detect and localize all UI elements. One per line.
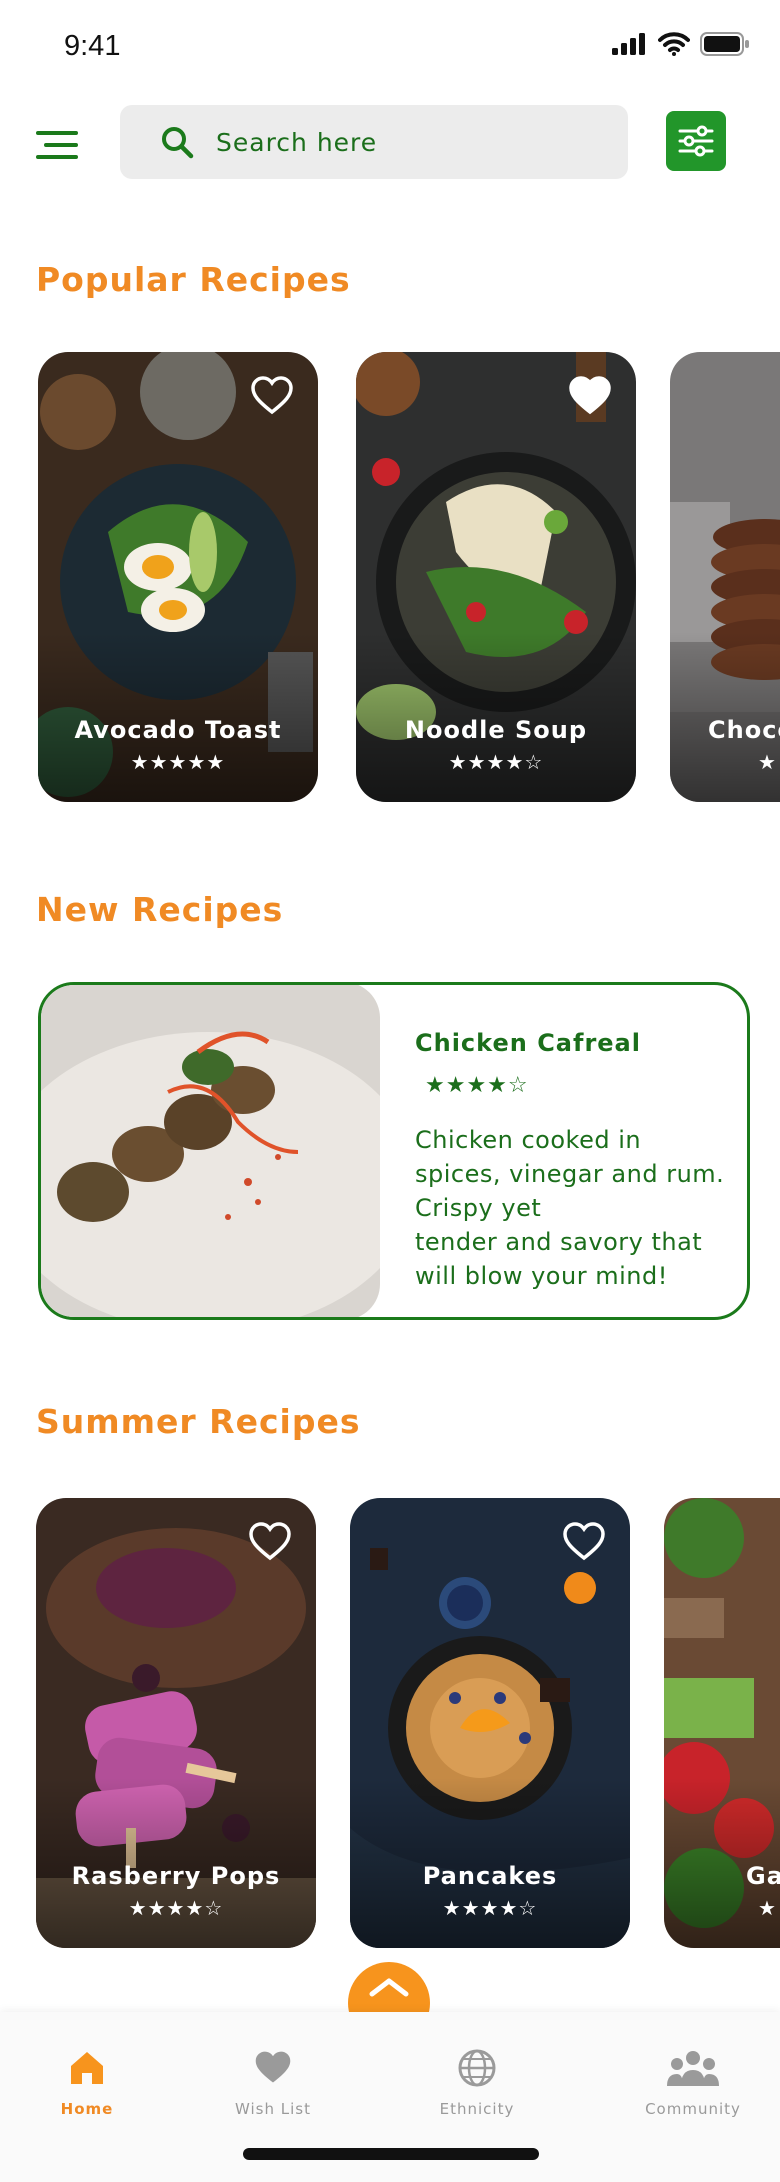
recipe-name: Rasberry Pops: [71, 1862, 281, 1890]
heart-icon: [255, 2051, 291, 2083]
nav-community[interactable]: Community: [618, 2048, 768, 2118]
star-rating: ★★★★☆: [448, 750, 544, 774]
home-indicator: [243, 2148, 539, 2160]
top-bar: [0, 105, 780, 185]
new-recipe-name: Chicken Cafreal: [415, 1029, 641, 1057]
nav-home[interactable]: Home: [12, 2048, 162, 2118]
nav-label: Wish List: [235, 2100, 311, 2118]
nav-label: Ethnicity: [439, 2100, 515, 2118]
chevron-up-icon: [369, 1978, 409, 1997]
heart-outline-icon[interactable]: [562, 1522, 606, 1562]
status-time: 9:41: [64, 30, 121, 62]
home-icon: [71, 2052, 103, 2084]
heart-outline-icon[interactable]: [248, 1522, 292, 1562]
star-rating: ★: [758, 750, 777, 774]
recipe-card-noodle-soup[interactable]: Noodle Soup ★★★★☆: [356, 352, 636, 802]
wifi-icon: [658, 32, 690, 56]
nav-label: Community: [645, 2100, 741, 2118]
new-recipes-title: New Recipes: [36, 890, 284, 929]
nav-wish-list[interactable]: Wish List: [198, 2048, 348, 2118]
new-recipe-description: Chicken cooked in spices, vinegar and ru…: [415, 1126, 725, 1290]
popular-recipes-row[interactable]: Avocado Toast ★★★★★ Noodle Soup ★★★★☆ Ch…: [0, 352, 780, 802]
star-rating: ★★★★☆: [425, 1073, 529, 1098]
star-rating: ★★★★☆: [128, 1896, 224, 1920]
nav-label: Home: [60, 2100, 114, 2118]
status-bar: 9:41: [0, 0, 780, 96]
summer-recipes-title: Summer Recipes: [36, 1402, 361, 1441]
hamburger-menu-icon[interactable]: [36, 123, 84, 167]
recipe-name: Ga: [746, 1862, 780, 1890]
chicken-cafreal-photo: [41, 985, 380, 1317]
search-input[interactable]: [216, 127, 596, 157]
search-icon: [162, 127, 194, 159]
sliders-icon: [678, 125, 714, 157]
recipe-name: Pancakes: [422, 1862, 558, 1890]
popular-recipes-title: Popular Recipes: [36, 260, 351, 299]
recipe-name: Avocado Toast: [74, 716, 282, 744]
recipe-name: Choco: [708, 716, 780, 744]
new-recipe-card-chicken-cafreal[interactable]: Chicken Cafreal ★★★★☆ Chicken cooked in …: [38, 982, 750, 1320]
filter-button[interactable]: [666, 111, 726, 171]
nav-ethnicity[interactable]: Ethnicity: [402, 2048, 552, 2118]
recipe-card-ga[interactable]: Ga ★: [664, 1498, 780, 1948]
star-rating: ★★★★★: [130, 750, 226, 774]
summer-recipes-row[interactable]: Rasberry Pops ★★★★☆ Pancakes ★★★★☆ Ga ★: [0, 1498, 780, 1948]
search-bar[interactable]: [120, 105, 628, 179]
community-icon: [667, 2051, 719, 2086]
star-rating: ★★★★☆: [442, 1896, 538, 1920]
recipe-card-avocado-toast[interactable]: Avocado Toast ★★★★★: [38, 352, 318, 802]
star-rating: ★: [758, 1896, 777, 1920]
globe-icon: [458, 2049, 496, 2087]
recipe-name: Noodle Soup: [404, 716, 588, 744]
cellular-signal-icon: [612, 33, 645, 55]
heart-filled-icon[interactable]: [568, 376, 612, 416]
recipe-card-pancakes[interactable]: Pancakes ★★★★☆: [350, 1498, 630, 1948]
battery-icon: [700, 32, 749, 56]
recipe-card-rasberry-pops[interactable]: Rasberry Pops ★★★★☆: [36, 1498, 316, 1948]
status-icons: [612, 32, 750, 56]
heart-outline-icon[interactable]: [250, 376, 294, 416]
recipe-card-choco[interactable]: Choco ★: [670, 352, 780, 802]
